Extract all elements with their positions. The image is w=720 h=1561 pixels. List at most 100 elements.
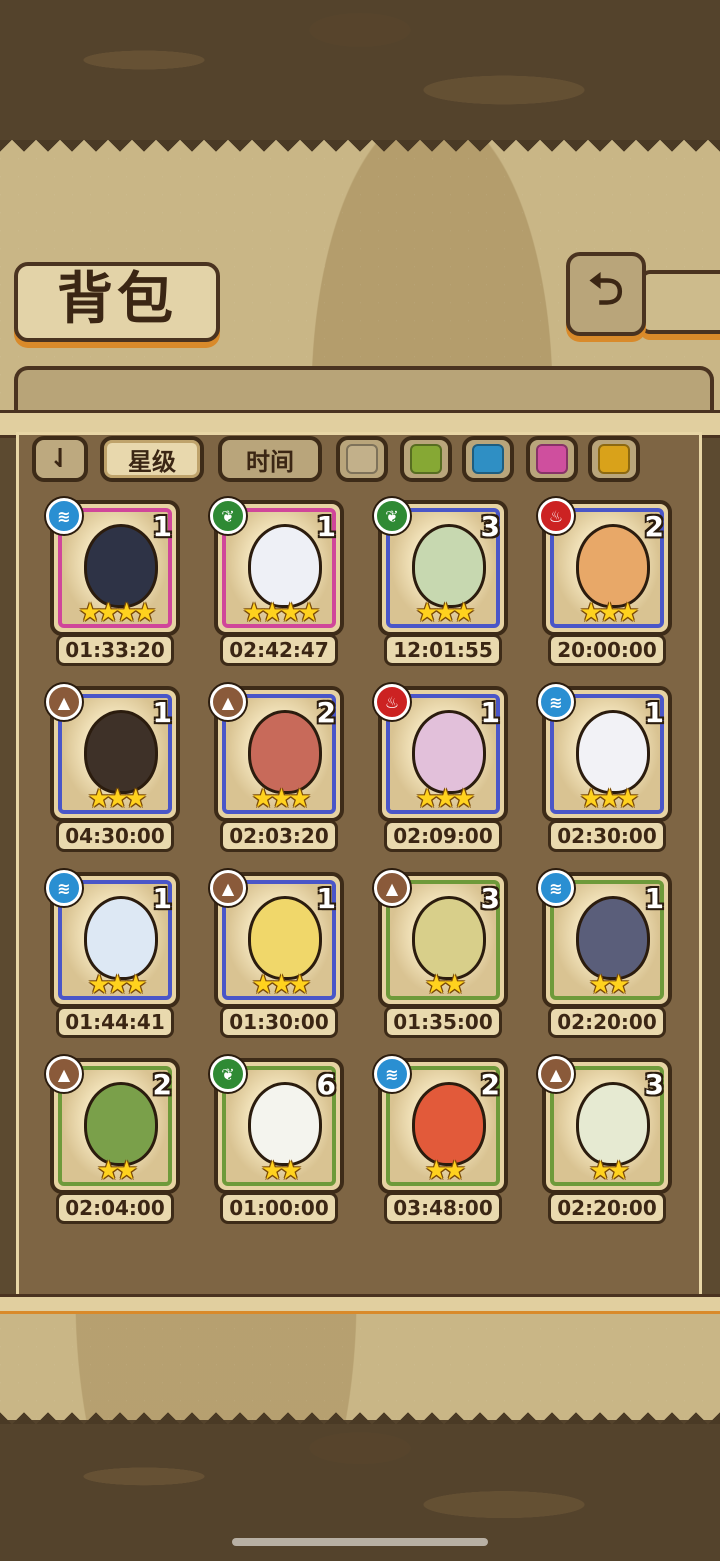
back-rail bbox=[640, 270, 720, 334]
star-rating: ★★ bbox=[424, 970, 467, 1000]
egg-item-card[interactable]: 3 ❦ ★★★ 12:01:55 bbox=[374, 498, 508, 668]
item-count: 1 bbox=[644, 696, 664, 729]
filter-color-yellow-button[interactable] bbox=[588, 436, 640, 482]
egg-item-card[interactable]: 6 ❦ ★★ 01:00:00 bbox=[210, 1056, 344, 1226]
egg-icon bbox=[248, 710, 322, 794]
star-rating: ★★★ bbox=[579, 784, 640, 814]
hatch-timer: 02:03:20 bbox=[220, 820, 338, 852]
color-swatch-green bbox=[410, 444, 442, 474]
item-count: 1 bbox=[480, 696, 500, 729]
item-count: 2 bbox=[480, 1068, 500, 1101]
hatch-timer: 02:04:00 bbox=[56, 1192, 174, 1224]
hatch-timer: 01:30:00 bbox=[220, 1006, 338, 1038]
hatch-timer: 02:42:47 bbox=[220, 634, 338, 666]
element-earth-icon: ▲ bbox=[210, 684, 246, 720]
item-count: 1 bbox=[316, 510, 336, 543]
page-title: 背包 bbox=[57, 267, 177, 332]
egg-icon bbox=[412, 710, 486, 794]
hatch-timer: 02:20:00 bbox=[548, 1006, 666, 1038]
color-swatch-yellow bbox=[598, 444, 630, 474]
element-water-icon: ≋ bbox=[46, 498, 82, 534]
home-indicator[interactable] bbox=[232, 1538, 488, 1546]
item-count: 3 bbox=[644, 1068, 664, 1101]
item-count: 3 bbox=[480, 510, 500, 543]
egg-icon bbox=[576, 896, 650, 980]
egg-item-card[interactable]: 1 ≋ ★★★★ 01:33:20 bbox=[46, 498, 180, 668]
hatch-timer: 01:44:41 bbox=[56, 1006, 174, 1038]
item-count: 3 bbox=[480, 882, 500, 915]
star-rating: ★★★ bbox=[251, 970, 312, 1000]
title-plate: 背包 bbox=[14, 262, 220, 342]
star-rating: ★★★ bbox=[415, 784, 476, 814]
egg-item-card[interactable]: 1 ≋ ★★ 02:20:00 bbox=[538, 870, 672, 1040]
egg-item-card[interactable]: 1 ≋ ★★★ 02:30:00 bbox=[538, 684, 672, 854]
egg-item-card[interactable]: 2 ▲ ★★ 02:04:00 bbox=[46, 1056, 180, 1226]
filter-color-pink-button[interactable] bbox=[526, 436, 578, 482]
egg-item-card[interactable]: 1 ❦ ★★★★ 02:42:47 bbox=[210, 498, 344, 668]
item-count: 2 bbox=[644, 510, 664, 543]
egg-item-card[interactable]: 2 ♨ ★★★ 20:00:00 bbox=[538, 498, 672, 668]
star-rating: ★★ bbox=[424, 1156, 467, 1186]
egg-icon bbox=[576, 1082, 650, 1166]
egg-item-card[interactable]: 3 ▲ ★★ 02:20:00 bbox=[538, 1056, 672, 1226]
return-icon: ⮌ bbox=[588, 263, 624, 315]
egg-item-card[interactable]: 1 ≋ ★★★ 01:44:41 bbox=[46, 870, 180, 1040]
element-leaf-icon: ❦ bbox=[210, 498, 246, 534]
egg-icon bbox=[412, 896, 486, 980]
filter-color-blue-button[interactable] bbox=[462, 436, 514, 482]
hatch-timer: 04:30:00 bbox=[56, 820, 174, 852]
egg-icon bbox=[412, 1082, 486, 1166]
item-count: 2 bbox=[152, 1068, 172, 1101]
element-fire-icon: ♨ bbox=[538, 498, 574, 534]
filter-color-green-button[interactable] bbox=[400, 436, 452, 482]
egg-item-card[interactable]: 2 ≋ ★★ 03:48:00 bbox=[374, 1056, 508, 1226]
hatch-timer: 20:00:00 bbox=[548, 634, 666, 666]
element-earth-icon: ▲ bbox=[374, 870, 410, 906]
hatch-timer: 02:09:00 bbox=[384, 820, 502, 852]
star-rating: ★★★★ bbox=[242, 598, 320, 628]
egg-item-card[interactable]: 1 ▲ ★★★ 04:30:00 bbox=[46, 684, 180, 854]
sort-icon: ⇃ bbox=[49, 444, 71, 474]
item-count: 1 bbox=[152, 510, 172, 543]
back-button[interactable]: ⮌ bbox=[566, 252, 646, 336]
item-count: 1 bbox=[152, 882, 172, 915]
star-rating: ★★ bbox=[260, 1156, 303, 1186]
item-count: 6 bbox=[316, 1068, 336, 1101]
egg-icon bbox=[576, 524, 650, 608]
star-rating: ★★★ bbox=[579, 598, 640, 628]
egg-icon bbox=[84, 896, 158, 980]
sort-by-time-button[interactable]: 时间 bbox=[218, 436, 322, 482]
egg-item-card[interactable]: 3 ▲ ★★ 01:35:00 bbox=[374, 870, 508, 1040]
star-rating: ★★★ bbox=[415, 598, 476, 628]
egg-icon bbox=[84, 710, 158, 794]
item-count: 1 bbox=[152, 696, 172, 729]
hatch-timer: 01:00:00 bbox=[220, 1192, 338, 1224]
egg-icon bbox=[248, 1082, 322, 1166]
star-rating: ★★ bbox=[588, 970, 631, 1000]
filter-color-gray-button[interactable] bbox=[336, 436, 388, 482]
hatch-timer: 01:33:20 bbox=[56, 634, 174, 666]
panel-bottom-border bbox=[0, 1294, 720, 1314]
element-water-icon: ≋ bbox=[538, 870, 574, 906]
element-leaf-icon: ❦ bbox=[210, 1056, 246, 1092]
hatch-timer: 01:35:00 bbox=[384, 1006, 502, 1038]
hatch-timer: 02:30:00 bbox=[548, 820, 666, 852]
egg-item-card[interactable]: 2 ▲ ★★★ 02:03:20 bbox=[210, 684, 344, 854]
egg-icon bbox=[576, 710, 650, 794]
egg-icon bbox=[84, 524, 158, 608]
star-rating: ★★ bbox=[96, 1156, 139, 1186]
sort-order-button[interactable]: ⇃ bbox=[32, 436, 88, 482]
element-water-icon: ≋ bbox=[374, 1056, 410, 1092]
egg-item-card[interactable]: 1 ♨ ★★★ 02:09:00 bbox=[374, 684, 508, 854]
sort-by-star-button[interactable]: 星级 bbox=[100, 436, 204, 482]
star-rating: ★★★★ bbox=[78, 598, 156, 628]
element-fire-icon: ♨ bbox=[374, 684, 410, 720]
egg-icon bbox=[412, 524, 486, 608]
color-swatch-pink bbox=[536, 444, 568, 474]
element-earth-icon: ▲ bbox=[538, 1056, 574, 1092]
item-count: 2 bbox=[316, 696, 336, 729]
egg-icon bbox=[84, 1082, 158, 1166]
egg-item-card[interactable]: 1 ▲ ★★★ 01:30:00 bbox=[210, 870, 344, 1040]
torn-edge-bottom bbox=[0, 1400, 720, 1424]
element-earth-icon: ▲ bbox=[46, 1056, 82, 1092]
